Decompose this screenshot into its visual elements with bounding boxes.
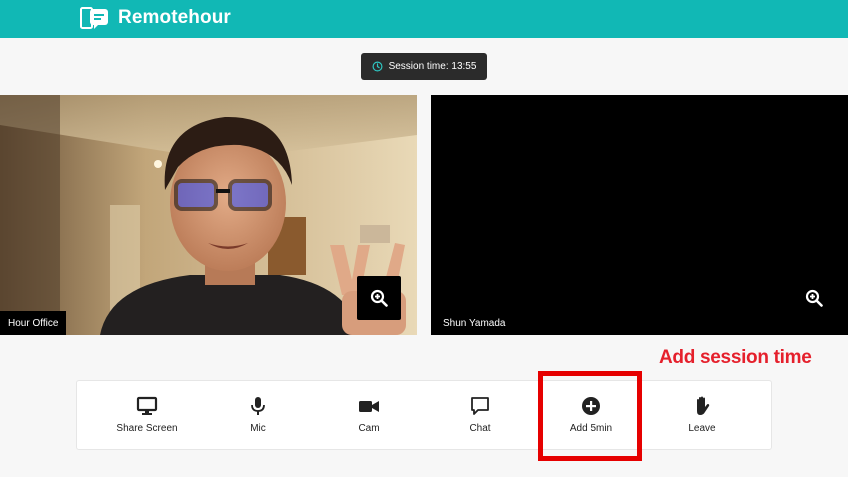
participant-name: Hour Office — [8, 317, 59, 329]
webcam-video-feed — [0, 95, 417, 335]
zoom-in-icon — [370, 289, 388, 307]
zoom-button-guest[interactable] — [792, 276, 836, 320]
brand[interactable]: Remotehour — [80, 6, 231, 30]
session-timer: Session time: 13:55 — [361, 53, 487, 80]
plus-circle-icon — [582, 397, 600, 415]
top-bar: Remotehour — [0, 0, 848, 38]
clock-icon — [372, 61, 383, 72]
hand-icon — [697, 396, 710, 415]
share-screen-label: Share Screen — [116, 423, 178, 434]
chat-button[interactable]: Chat — [425, 381, 535, 451]
remotehour-logo-icon — [80, 7, 108, 29]
add-5min-label: Add 5min — [569, 423, 613, 434]
leave-button[interactable]: Leave — [647, 381, 757, 451]
video-tile-guest: Shun Yamada — [431, 95, 848, 335]
cam-label: Cam — [358, 423, 380, 434]
mic-label: Mic — [250, 423, 266, 434]
zoom-button-host[interactable] — [357, 276, 401, 320]
add-5min-button[interactable]: Add 5min — [536, 381, 646, 451]
participant-name-tag: Hour Office — [0, 311, 67, 335]
cam-button[interactable]: Cam — [314, 381, 424, 451]
participant-name: Shun Yamada — [443, 317, 506, 329]
microphone-icon — [251, 397, 265, 415]
leave-label: Leave — [688, 423, 716, 434]
call-toolbar: Share Screen Mic Cam Chat Add 5min Leave — [76, 380, 772, 450]
participant-name-tag: Shun Yamada — [435, 311, 514, 335]
annotation-label: Add session time — [659, 347, 812, 368]
brand-name: Remotehour — [118, 7, 231, 28]
zoom-in-icon — [805, 289, 823, 307]
monitor-icon — [136, 396, 158, 415]
video-camera-icon — [359, 401, 379, 412]
chat-label: Chat — [469, 423, 491, 434]
chat-bubble-icon — [471, 397, 489, 415]
video-tile-host: Hour Office — [0, 95, 417, 335]
session-time-label: Session time: 13:55 — [388, 61, 477, 72]
share-screen-button[interactable]: Share Screen — [92, 381, 202, 451]
mic-button[interactable]: Mic — [203, 381, 313, 451]
